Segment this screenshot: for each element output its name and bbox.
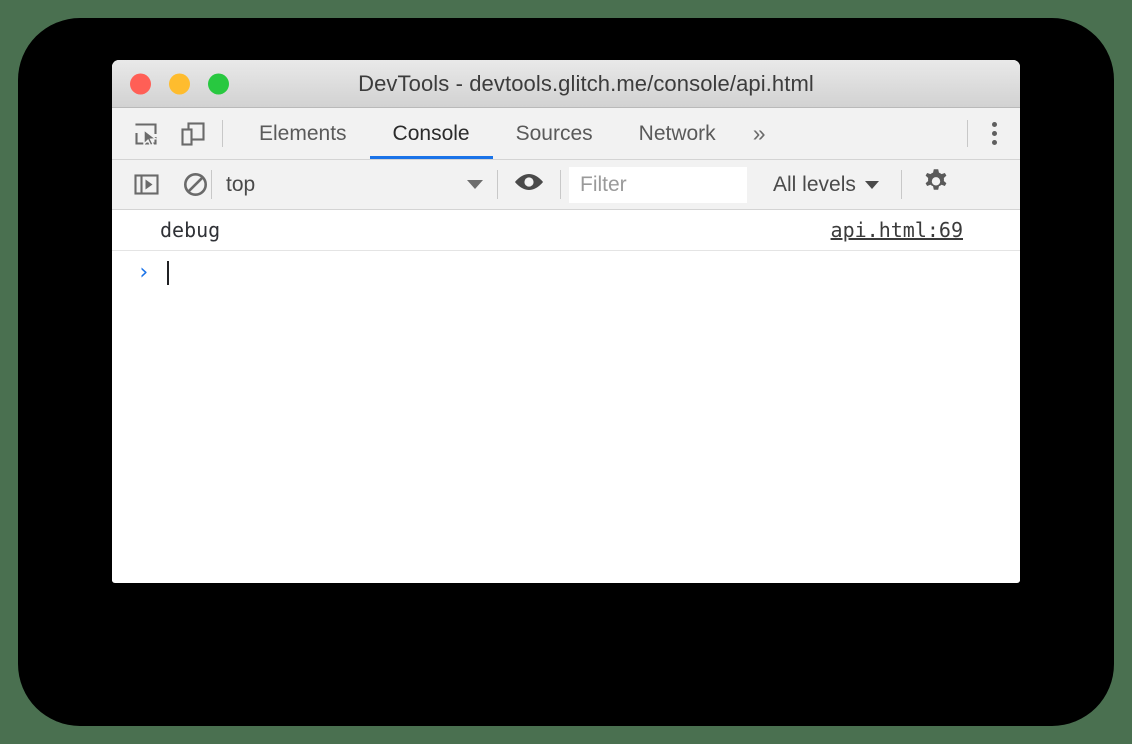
kebab-dot [991, 131, 997, 136]
filter-input[interactable]: Filter [569, 166, 747, 203]
more-tabs-button[interactable]: » [739, 108, 782, 159]
log-level-selector[interactable]: All levels [773, 173, 879, 197]
chevron-down-icon [467, 180, 483, 189]
tabbar-tool-icons [112, 108, 209, 159]
device-toolbar-icon[interactable] [177, 118, 209, 150]
console-toolbar-left [112, 169, 211, 201]
filter-placeholder: Filter [580, 172, 627, 196]
tabbar-right-group [967, 108, 1020, 159]
more-vertical-icon[interactable] [968, 122, 1020, 145]
tabbar-divider [222, 120, 223, 147]
tab-elements-label: Elements [259, 121, 347, 145]
tab-network-label: Network [638, 121, 716, 145]
console-message-list: debug api.html:69 › [112, 210, 1020, 582]
tab-elements[interactable]: Elements [236, 108, 370, 159]
tab-network[interactable]: Network [616, 108, 739, 159]
inspect-element-icon[interactable] [130, 118, 162, 150]
text-cursor [167, 261, 170, 285]
gear-icon [921, 167, 951, 202]
tab-console[interactable]: Console [369, 108, 493, 159]
window-title: DevTools - devtools.glitch.me/console/ap… [358, 70, 814, 96]
prompt-arrow-icon: › [137, 260, 151, 285]
tab-console-label: Console [392, 121, 470, 145]
show-console-sidebar-icon[interactable] [130, 169, 162, 201]
console-message-source-link[interactable]: api.html:69 [831, 218, 963, 242]
console-prompt[interactable]: › [112, 251, 1020, 295]
console-message-text: debug [160, 218, 221, 242]
create-live-expression-button[interactable] [498, 170, 560, 199]
console-toolbar-divider-3 [560, 170, 561, 199]
console-toolbar: top Filter All levels [112, 160, 1020, 210]
devtools-tabs: Elements Console Sources Network » [236, 108, 781, 159]
log-level-label: All levels [773, 172, 856, 196]
tab-sources[interactable]: Sources [493, 108, 616, 159]
window-titlebar: DevTools - devtools.glitch.me/console/ap… [112, 60, 1020, 108]
execution-context-selector[interactable]: top [212, 173, 497, 197]
console-message-row[interactable]: debug api.html:69 [112, 210, 1020, 251]
devtools-tabbar: Elements Console Sources Network » [112, 108, 1020, 160]
eye-icon [513, 170, 545, 199]
chevron-down-icon [864, 180, 879, 189]
kebab-dot [991, 122, 997, 127]
more-tabs-label: » [752, 120, 766, 146]
kebab-dot [991, 140, 997, 145]
devtools-window: DevTools - devtools.glitch.me/console/ap… [112, 60, 1020, 583]
execution-context-value: top [226, 172, 256, 196]
clear-console-icon[interactable] [179, 169, 211, 201]
console-settings-button[interactable] [902, 167, 970, 202]
tab-sources-label: Sources [515, 121, 593, 145]
